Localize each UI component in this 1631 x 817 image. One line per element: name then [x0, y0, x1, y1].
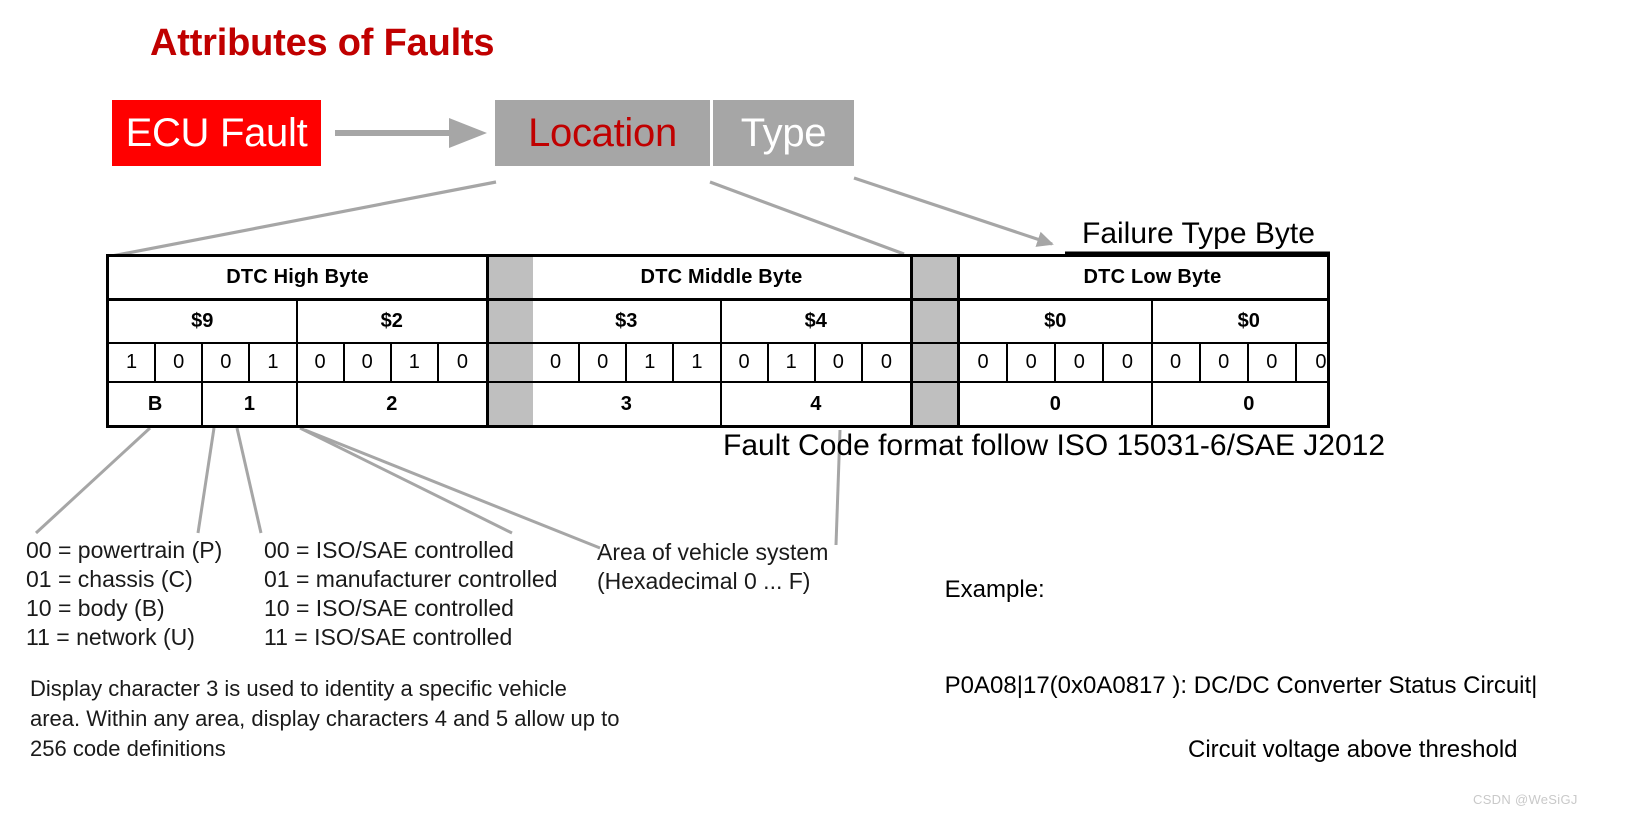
connector-char2-to-legend1b [196, 427, 216, 534]
bit-cell: 1 [674, 344, 722, 382]
table-row-headers: DTC High Byte DTC Middle Byte DTC Low By… [109, 257, 1327, 301]
spacer-column-1 [489, 383, 533, 425]
group-middle-bits: 0 0 1 1 0 1 0 0 [533, 344, 913, 382]
bit-cell: 0 [1249, 344, 1297, 382]
bit-cell: 0 [816, 344, 863, 382]
connector-location-to-middle [709, 180, 905, 256]
legend-vehicle-area: Area of vehicle system (Hexadecimal 0 ..… [597, 539, 829, 594]
spacer-column-2 [913, 344, 957, 382]
iso-standard-note: Fault Code format follow ISO 15031-6/SAE… [723, 429, 1386, 462]
table-row-display-characters: B 1 2 3 4 0 0 [109, 383, 1327, 425]
group-low-chars: 0 0 [957, 383, 1345, 425]
flow-arrow-icon [335, 118, 487, 148]
legend-system-codes: 00 = powertrain (P) 01 = chassis (C) 10 … [26, 537, 223, 650]
hex-cell: $3 [533, 300, 722, 343]
watermark: CSDN @WeSiGJ [1473, 792, 1578, 807]
ecu-fault-label: ECU Fault [125, 110, 308, 155]
bit-cell: 1 [627, 344, 675, 382]
example-description-line: Circuit voltage above threshold [1188, 736, 1518, 763]
bit-cell: 0 [580, 344, 628, 382]
connector-location-to-high [111, 180, 497, 258]
spacer-column-1 [489, 344, 533, 382]
display-character-note: Display character 3 is used to identity … [30, 676, 620, 761]
bit-cell: 0 [156, 344, 204, 382]
table-row-hex: $9 $2 $3 $4 $0 $0 [109, 300, 1327, 345]
legend-controlled-codes: 00 = ISO/SAE controlled 01 = manufacture… [264, 537, 558, 650]
bit-cell: 0 [298, 344, 345, 382]
spacer-column-2 [913, 300, 957, 343]
failure-type-byte-label: Failure Type Byte [1082, 217, 1315, 250]
display-char-cell: 4 [810, 392, 822, 415]
example-block: Example: P0A08|17(0x0A0817 ): DC/DC Conv… [918, 542, 1538, 817]
group-middle-header: DTC Middle Byte [533, 257, 913, 298]
bit-cell: 0 [533, 344, 581, 382]
bit-cell: 0 [345, 344, 392, 382]
bit-cell: 1 [109, 344, 157, 382]
display-char-cell: 3 [533, 383, 722, 425]
hex-cell: $0 [960, 300, 1153, 343]
dtc-low-byte-header: DTC Low Byte [1083, 265, 1222, 288]
bit-cell: 0 [1104, 344, 1153, 382]
display-char-cell: 1 [203, 383, 298, 425]
bit-cell: 0 [1153, 344, 1201, 382]
connector-char1-to-legend1 [34, 426, 152, 535]
group-high-bits: 1 0 0 1 0 0 1 0 [109, 344, 489, 382]
location-box: Location [495, 100, 710, 166]
dtc-middle-byte-header: DTC Middle Byte [640, 265, 803, 288]
connector-char2-to-legend2 [235, 427, 263, 534]
spacer-column-1 [489, 300, 533, 343]
connector-type-to-failure-byte [853, 176, 1054, 247]
page-title: Attributes of Faults [150, 22, 495, 64]
bit-cell: 0 [722, 344, 769, 382]
example-code-line: P0A08|17(0x0A0817 ): DC/DC Converter Sta… [944, 672, 1538, 699]
slide-canvas: Attributes of Faults ECU Fault Location … [0, 0, 1631, 817]
bit-cell: 0 [1008, 344, 1057, 382]
bit-cell: 0 [1315, 351, 1327, 374]
ecu-fault-box: ECU Fault [112, 100, 321, 166]
example-heading: Example: [944, 576, 1045, 603]
group-low-bits: 0 0 0 0 0 0 0 0 [957, 344, 1345, 382]
display-char-cell: 0 [1243, 392, 1255, 415]
bit-cell: 1 [250, 344, 298, 382]
hex-cell: $0 [1237, 310, 1260, 333]
display-char-cell: 2 [386, 392, 398, 415]
dtc-high-byte-header: DTC High Byte [226, 265, 369, 288]
spacer-column-2 [913, 383, 957, 425]
group-high-chars: B 1 2 [109, 383, 489, 425]
table-row-bits: 1 0 0 1 0 0 1 0 0 0 1 1 0 1 0 0 0 0 0 0 … [109, 344, 1327, 384]
group-high-hex: $9 $2 [109, 300, 489, 343]
type-box: Type [713, 100, 854, 166]
type-label: Type [740, 110, 827, 155]
group-low-hex: $0 $0 [957, 300, 1345, 343]
hex-cell: $2 [380, 310, 403, 333]
display-char-cell: B [109, 383, 204, 425]
connector-char3-to-legend2b [299, 426, 513, 535]
connector-char3-to-legend3 [304, 428, 601, 550]
spacer-column-2 [913, 257, 957, 298]
hex-cell: $9 [109, 300, 298, 343]
display-char-cell: 0 [960, 383, 1153, 425]
bit-cell: 1 [769, 344, 816, 382]
bit-cell: 0 [960, 344, 1009, 382]
bit-cell: 0 [880, 351, 892, 374]
dtc-format-table: DTC High Byte DTC Middle Byte DTC Low By… [106, 254, 1330, 428]
bit-cell: 0 [1056, 344, 1105, 382]
spacer-column-1 [489, 257, 533, 298]
bit-cell: 1 [392, 344, 439, 382]
bit-cell: 0 [1201, 344, 1249, 382]
hex-cell: $4 [804, 310, 827, 333]
group-middle-chars: 3 4 [533, 383, 913, 425]
bit-cell: 0 [456, 351, 468, 374]
location-label: Location [528, 110, 677, 155]
group-low-header: DTC Low Byte [957, 257, 1345, 298]
group-high-header: DTC High Byte [109, 257, 489, 298]
bit-cell: 0 [203, 344, 251, 382]
group-middle-hex: $3 $4 [533, 300, 913, 343]
